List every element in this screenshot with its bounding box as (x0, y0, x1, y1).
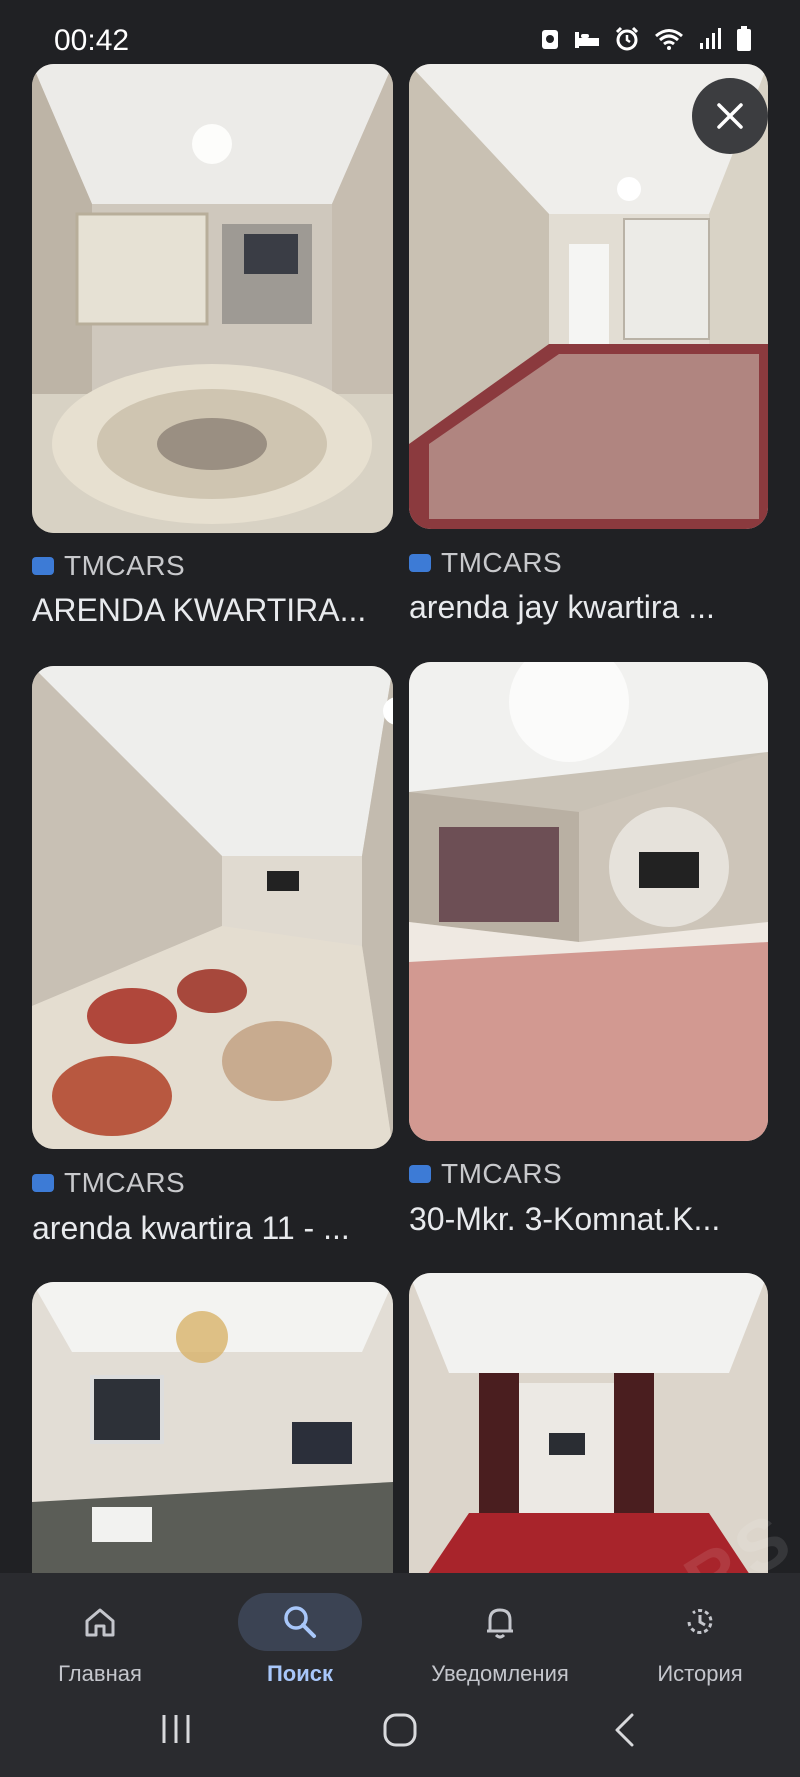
result-image[interactable] (32, 64, 393, 533)
sleep-icon (574, 28, 600, 55)
wifi-icon (654, 27, 684, 56)
history-icon (687, 1609, 713, 1634)
status-icons (540, 26, 752, 57)
tmcars-favicon-icon (32, 1174, 54, 1192)
system-navigation-bar (0, 1700, 800, 1777)
result-source: TMCARS (32, 1167, 185, 1199)
search-icon (284, 1606, 316, 1638)
signal-icon (698, 27, 722, 56)
home-icon (85, 1608, 115, 1637)
nav-item-search[interactable]: Поиск (220, 1593, 380, 1687)
result-title[interactable]: ARENDA KWARTIRA... (32, 592, 393, 629)
bell-icon (487, 1608, 513, 1639)
status-bar: 00:42 (0, 0, 800, 64)
source-name: TMCARS (64, 1167, 186, 1198)
battery-icon (736, 26, 752, 57)
nav-item-notifications[interactable]: Уведомления (420, 1593, 580, 1687)
result-image[interactable] (409, 662, 768, 1141)
tmcars-favicon-icon (409, 1165, 431, 1183)
notification-icon (540, 27, 560, 56)
result-title[interactable]: arenda jay kwartira ... (409, 589, 768, 626)
home-circle-icon[interactable] (382, 1712, 418, 1753)
source-name: TMCARS (441, 1158, 563, 1189)
nav-label: Главная (58, 1661, 142, 1686)
result-title[interactable]: 30-Mkr. 3-Komnat.K... (409, 1201, 768, 1238)
result-source: TMCARS (32, 550, 185, 582)
nav-item-history[interactable]: История (620, 1593, 780, 1687)
alarm-icon (614, 26, 640, 57)
result-image[interactable] (32, 666, 393, 1149)
nav-label: Поиск (266, 1661, 334, 1686)
source-name: TMCARS (441, 547, 563, 578)
source-name: TMCARS (64, 550, 186, 581)
close-button[interactable] (692, 78, 768, 154)
nav-label: История (657, 1661, 743, 1686)
nav-item-home[interactable]: Главная (20, 1593, 180, 1687)
tmcars-favicon-icon (32, 557, 54, 575)
result-image[interactable] (409, 1273, 768, 1602)
result-image[interactable] (32, 1282, 393, 1602)
close-icon (717, 103, 743, 129)
result-title[interactable]: arenda kwartira 11 - ... (32, 1210, 393, 1247)
result-source: TMCARS (409, 547, 562, 579)
tmcars-favicon-icon (409, 554, 431, 572)
back-icon[interactable] (612, 1712, 636, 1753)
result-source: TMCARS (409, 1158, 562, 1190)
nav-label: Уведомления (431, 1661, 569, 1686)
recents-icon[interactable] (160, 1712, 192, 1751)
status-time: 00:42 (54, 24, 130, 57)
